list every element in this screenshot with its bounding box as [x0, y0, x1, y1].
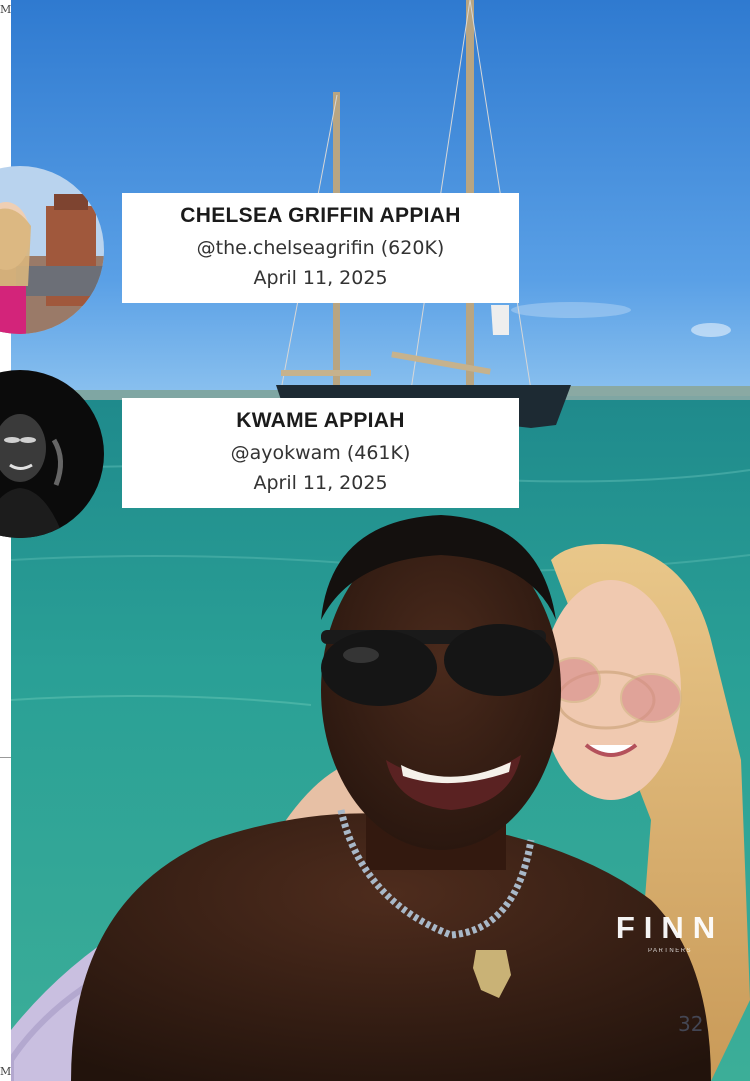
caption-date: April 11, 2025 [253, 267, 388, 289]
slide: M M CHELSEA GRIFFIN APPIAH @the.chelseag… [0, 0, 750, 1081]
caption-name: KWAME APPIAH [236, 409, 405, 432]
corner-mark-bottom: M [0, 1065, 12, 1078]
left-margin [0, 0, 11, 1081]
page-number: 32 [678, 1012, 704, 1036]
caption-date: April 11, 2025 [253, 472, 388, 494]
caption-handle: @ayokwam (461K) [230, 442, 411, 464]
caption-card-kwame: KWAME APPIAH @ayokwam (461K) April 11, 2… [122, 398, 519, 508]
margin-rule [0, 757, 11, 758]
finn-partners-logo: FINN PARTNERS [610, 910, 730, 954]
caption-handle: @the.chelseagrifin (620K) [196, 237, 445, 259]
corner-mark-top: M [0, 3, 12, 16]
logo-wordmark: FINN [615, 910, 725, 945]
logo-subtext: PARTNERS [647, 948, 693, 954]
caption-name: CHELSEA GRIFFIN APPIAH [180, 204, 461, 227]
caption-card-chelsea: CHELSEA GRIFFIN APPIAH @the.chelseagrifi… [122, 193, 519, 303]
